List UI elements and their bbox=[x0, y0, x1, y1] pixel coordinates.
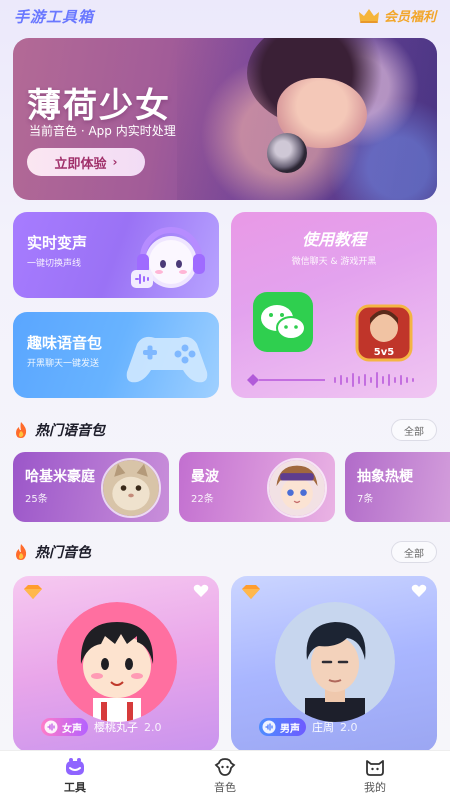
card-subtitle: 一键切换声线 bbox=[27, 259, 82, 269]
fun-voice-pack-card[interactable]: 趣味语音包 开黑聊天一键发送 bbox=[13, 312, 219, 398]
crown-icon bbox=[358, 8, 379, 23]
fire-icon bbox=[16, 422, 27, 438]
sound-icon bbox=[262, 720, 276, 734]
card-title: 实时变声 bbox=[27, 234, 88, 252]
section-title: 热门音色 bbox=[35, 545, 91, 561]
app-title: 手游工具箱 bbox=[14, 8, 95, 26]
pack-name: 哈基米豪庭 bbox=[25, 469, 95, 485]
toolbox-icon bbox=[66, 757, 84, 775]
cartoon-girl-avatar bbox=[57, 602, 177, 722]
voice-name: 樱桃丸子 bbox=[94, 721, 138, 734]
tab-voices[interactable]: 音色 bbox=[150, 751, 300, 800]
hero-banner[interactable]: 薄荷少女 当前音色 · App 内实时处理 立即体验 › bbox=[13, 38, 437, 200]
voice-name: 庄周 bbox=[312, 721, 334, 734]
voice-meta: 女声 樱桃丸子 2.0 bbox=[41, 718, 162, 736]
voice-pack-card[interactable]: 哈基米豪庭 25条 bbox=[13, 452, 169, 522]
heart-icon[interactable] bbox=[193, 584, 209, 598]
tutorial-card[interactable]: 使用教程 微信聊天 & 游戏开黑 5v5 bbox=[231, 212, 437, 398]
pack-name: 抽象热梗 bbox=[357, 469, 413, 485]
gender-badge: 女声 bbox=[41, 718, 88, 736]
card-title: 趣味语音包 bbox=[27, 334, 103, 352]
voice-meta: 男声 庄周 2.0 bbox=[259, 718, 358, 736]
view-all-packs-button[interactable]: 全部 bbox=[391, 419, 437, 441]
microphone-icon bbox=[267, 133, 307, 173]
diamond-icon bbox=[24, 585, 42, 599]
pack-count: 25条 bbox=[25, 494, 48, 505]
voice-icon bbox=[214, 757, 236, 776]
tab-profile[interactable]: 我的 bbox=[300, 751, 450, 800]
game-icon: 5v5 bbox=[355, 304, 413, 362]
card-subtitle: 开黑聊天一键发送 bbox=[27, 359, 100, 369]
pack-count: 22条 bbox=[191, 494, 214, 505]
sound-icon bbox=[44, 720, 58, 734]
hero-subtitle: 当前音色 · App 内实时处理 bbox=[29, 124, 176, 138]
pack-name: 曼波 bbox=[191, 469, 219, 485]
voice-pack-card[interactable]: 曼波 22条 bbox=[179, 452, 335, 522]
card-subtitle: 微信聊天 & 游戏开黑 bbox=[291, 257, 377, 267]
hero-title: 薄荷少女 bbox=[27, 86, 171, 126]
vip-benefits-button[interactable]: 会员福利 bbox=[358, 6, 436, 25]
card-title: 使用教程 bbox=[301, 230, 366, 249]
gamepad-icon bbox=[126, 336, 208, 383]
wechat-icon bbox=[253, 292, 313, 352]
view-all-voices-button[interactable]: 全部 bbox=[391, 541, 437, 563]
voice-version: 2.0 bbox=[340, 720, 358, 734]
try-now-button[interactable]: 立即体验 › bbox=[27, 148, 145, 176]
tab-label: 我的 bbox=[364, 780, 386, 794]
gender-label: 女声 bbox=[62, 723, 82, 735]
realtime-voice-changer-card[interactable]: 实时变声 一键切换声线 bbox=[13, 212, 219, 298]
tab-tools[interactable]: 工具 bbox=[0, 751, 150, 800]
fire-icon bbox=[16, 544, 27, 560]
voice-card[interactable]: 男声 庄周 2.0 bbox=[231, 576, 437, 752]
section-title: 热门语音包 bbox=[35, 423, 105, 439]
wave-icon bbox=[247, 372, 414, 388]
bottom-tab-bar: 工具 音色 我的 bbox=[0, 750, 450, 800]
cat-avatar bbox=[101, 458, 161, 518]
hot-voices-header: 热门音色 全部 bbox=[13, 540, 437, 564]
tab-label: 音色 bbox=[214, 780, 236, 794]
hot-packs-header: 热门语音包 全部 bbox=[13, 418, 437, 442]
young-man-avatar bbox=[275, 602, 395, 722]
header: 手游工具箱 会员福利 bbox=[0, 0, 450, 36]
pack-count: 7条 bbox=[357, 494, 374, 505]
voice-version: 2.0 bbox=[144, 720, 162, 734]
tab-label: 工具 bbox=[64, 780, 86, 794]
diamond-icon bbox=[242, 585, 260, 599]
try-now-label: 立即体验 bbox=[54, 156, 107, 172]
voice-pack-card[interactable]: 抽象热梗 7条 bbox=[345, 452, 450, 522]
anime-girl-avatar bbox=[267, 458, 327, 518]
svg-text:5v5: 5v5 bbox=[374, 347, 394, 358]
voice-card[interactable]: 女声 樱桃丸子 2.0 bbox=[13, 576, 219, 752]
headset-icon bbox=[131, 227, 205, 288]
gender-badge: 男声 bbox=[259, 718, 306, 736]
gender-label: 男声 bbox=[280, 723, 300, 735]
heart-icon[interactable] bbox=[411, 584, 427, 598]
chevron-right-icon: › bbox=[112, 155, 118, 169]
vip-label: 会员福利 bbox=[383, 10, 436, 25]
profile-icon bbox=[366, 759, 384, 776]
